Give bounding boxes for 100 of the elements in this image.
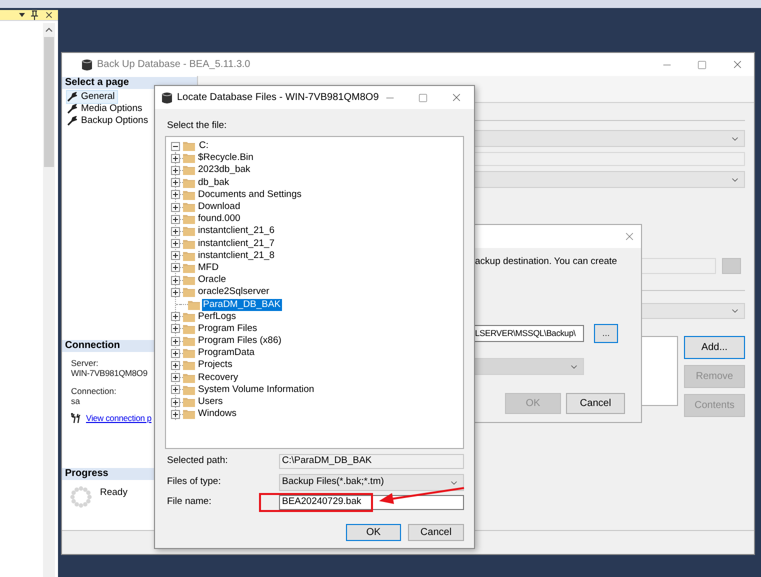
expand-icon[interactable]: [171, 226, 180, 236]
folder-icon: [183, 153, 195, 164]
folder-icon: [183, 214, 195, 224]
folder-icon: [183, 397, 195, 408]
tree-item[interactable]: Oracle: [197, 274, 227, 286]
tree-item[interactable]: Users: [197, 396, 224, 408]
expand-icon[interactable]: [171, 178, 180, 188]
expand-icon[interactable]: [171, 202, 180, 212]
expand-icon[interactable]: [171, 336, 180, 346]
tree-item[interactable]: C:: [198, 138, 210, 154]
tree-item[interactable]: System Volume Information: [197, 384, 316, 396]
expand-icon[interactable]: [171, 312, 180, 322]
page-item[interactable]: Media Options: [67, 103, 144, 115]
folder-icon: [183, 178, 195, 188]
server-label: Server:: [71, 358, 98, 368]
dialog-button[interactable]: Add...: [684, 336, 745, 359]
tree-item[interactable]: Download: [197, 201, 242, 214]
server-name: WIN-7VB981QM8O9: [71, 368, 148, 378]
database-icon: [82, 58, 92, 70]
field-label: File name:: [166, 495, 212, 510]
tree-item[interactable]: instantclient_21_8: [197, 250, 276, 262]
tree-item[interactable]: PerfLogs: [197, 310, 238, 323]
folder-tree[interactable]: [165, 136, 464, 449]
dialog-button[interactable]: Cancel: [408, 524, 464, 541]
close-icon[interactable]: [44, 10, 54, 20]
tree-item[interactable]: oracle2Sqlserver: [197, 286, 270, 298]
dialog-button[interactable]: Cancel: [566, 393, 625, 414]
browse-button[interactable]: ...: [594, 324, 618, 344]
expand-icon[interactable]: [171, 276, 180, 285]
folder-icon: [183, 372, 195, 383]
expand-icon[interactable]: [171, 410, 180, 419]
wrench-icon: [67, 92, 77, 102]
collapse-icon[interactable]: [171, 142, 180, 151]
folder-icon: [183, 360, 195, 370]
tree-item[interactable]: Projects: [197, 359, 234, 372]
expand-icon[interactable]: [171, 214, 180, 224]
window-title: Back Up Database - BEA_5.11.3.0: [97, 58, 252, 72]
close-icon[interactable]: [450, 91, 463, 104]
page-item[interactable]: General: [67, 91, 117, 103]
expand-icon[interactable]: [171, 239, 180, 248]
tree-item[interactable]: 2023db_bak: [197, 164, 252, 176]
folder-icon: [183, 348, 195, 358]
expand-icon[interactable]: [171, 251, 180, 260]
tree-item[interactable]: Program Files (x86): [197, 335, 282, 348]
path-field[interactable]: LSERVER\MSSQL\Backup\: [474, 325, 584, 342]
tree-item[interactable]: Recovery: [197, 372, 240, 384]
tree-item[interactable]: ParaDM_DB_BAK: [202, 298, 282, 311]
maximize-icon[interactable]: [418, 92, 428, 102]
page-item[interactable]: Backup Options: [67, 115, 150, 127]
folder-icon: [183, 238, 195, 249]
expand-icon[interactable]: [171, 373, 180, 382]
scroll-thumb[interactable]: [44, 37, 54, 167]
folder-icon: [183, 324, 195, 334]
folder-icon: [183, 250, 195, 261]
pin-icon[interactable]: [31, 10, 38, 20]
database-icon: [162, 92, 172, 104]
tree-item[interactable]: instantclient_21_7: [197, 238, 276, 250]
folder-icon: [183, 287, 195, 298]
expand-icon[interactable]: [171, 263, 180, 272]
expand-icon[interactable]: [171, 324, 180, 334]
expand-icon[interactable]: [171, 154, 180, 163]
dialog-message: ackup destination. You can create: [474, 255, 618, 269]
tree-item[interactable]: db_bak: [197, 176, 230, 189]
connection-user: sa: [71, 396, 80, 406]
connection-label: Connection:: [71, 386, 116, 396]
tree-item[interactable]: found.000: [197, 213, 242, 226]
tree-item[interactable]: instantclient_21_6: [197, 225, 276, 238]
file-type-dropdown[interactable]: Backup Files(*.bak;*.tm): [279, 474, 464, 491]
field-label: Selected path:: [166, 454, 229, 468]
wrench-icon: [67, 116, 77, 126]
expand-icon[interactable]: [171, 288, 180, 297]
expand-icon[interactable]: [171, 166, 180, 175]
tree-item[interactable]: Program Files: [197, 322, 258, 335]
connection-icon: [71, 413, 81, 423]
expand-icon[interactable]: [171, 385, 180, 394]
folder-icon: [183, 141, 195, 152]
view-connection-link[interactable]: View connection p: [86, 413, 152, 423]
scrollbar[interactable]: [43, 23, 55, 577]
folder-icon: [188, 300, 200, 310]
expand-icon[interactable]: [171, 398, 180, 407]
folder-icon: [183, 384, 195, 395]
expand-icon[interactable]: [171, 360, 180, 370]
folder-icon: [183, 275, 195, 286]
tree-item[interactable]: $Recycle.Bin: [197, 152, 254, 164]
folder-icon: [183, 202, 195, 212]
scroll-up-icon[interactable]: [45, 26, 53, 34]
expand-icon[interactable]: [171, 190, 180, 200]
close-icon[interactable]: [731, 58, 744, 71]
selected-path-field: C:\ParaDM_DB_BAK: [279, 454, 464, 469]
tree-item[interactable]: Windows: [197, 408, 238, 420]
folder-icon: [183, 409, 195, 420]
select-file-label: Select the file:: [167, 120, 228, 132]
tree-item[interactable]: Documents and Settings: [197, 188, 303, 201]
dropdown-icon[interactable]: [19, 13, 25, 17]
tree-item[interactable]: ProgramData: [197, 347, 256, 360]
file-name-field[interactable]: BEA20240729.bak: [279, 495, 464, 510]
expand-icon[interactable]: [171, 348, 180, 358]
tree-item[interactable]: MFD: [197, 262, 220, 274]
dialog-button[interactable]: OK: [346, 524, 401, 541]
maximize-icon[interactable]: [697, 60, 707, 70]
